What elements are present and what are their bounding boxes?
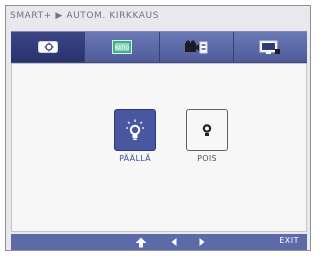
up-button[interactable]	[131, 234, 151, 250]
tab-contrast[interactable]: RATIO	[85, 32, 160, 62]
brightness-settings-icon	[37, 41, 58, 53]
option-on[interactable]: PÄÄLLÄ	[105, 109, 165, 163]
tab-brightness[interactable]	[11, 32, 86, 62]
content-panel: PÄÄLLÄ POIS	[11, 63, 307, 232]
lightbulb-on-icon	[126, 119, 144, 140]
tab-video[interactable]	[159, 32, 234, 62]
contrast-ratio-icon: RATIO	[111, 40, 132, 54]
svg-text:RATIO: RATIO	[114, 46, 129, 52]
right-button[interactable]	[195, 234, 209, 250]
option-on-label: PÄÄLLÄ	[119, 154, 151, 163]
tab-display[interactable]	[233, 32, 307, 62]
exit-button[interactable]: EXIT	[279, 236, 299, 245]
tab-bar: RATIO	[11, 31, 307, 63]
left-arrow-icon	[171, 238, 177, 246]
right-arrow-icon	[199, 238, 205, 246]
camera-film-icon	[185, 40, 208, 54]
monitor-sensor-icon	[259, 40, 281, 54]
option-off[interactable]: POIS	[177, 109, 237, 163]
osd-window: SMART+ ▶ AUTOM. KIRKKAUS RATIO PÄÄLLÄ PO…	[5, 5, 311, 251]
lightbulb-off-icon	[202, 124, 212, 136]
up-arrow-icon	[135, 237, 147, 247]
bottom-bar: EXIT	[11, 234, 307, 250]
option-off-label: POIS	[197, 154, 217, 163]
osd-title: SMART+ ▶ AUTOM. KIRKKAUS	[10, 11, 160, 21]
option-off-box[interactable]	[186, 109, 228, 151]
option-on-box[interactable]	[114, 109, 156, 151]
left-button[interactable]	[167, 234, 181, 250]
